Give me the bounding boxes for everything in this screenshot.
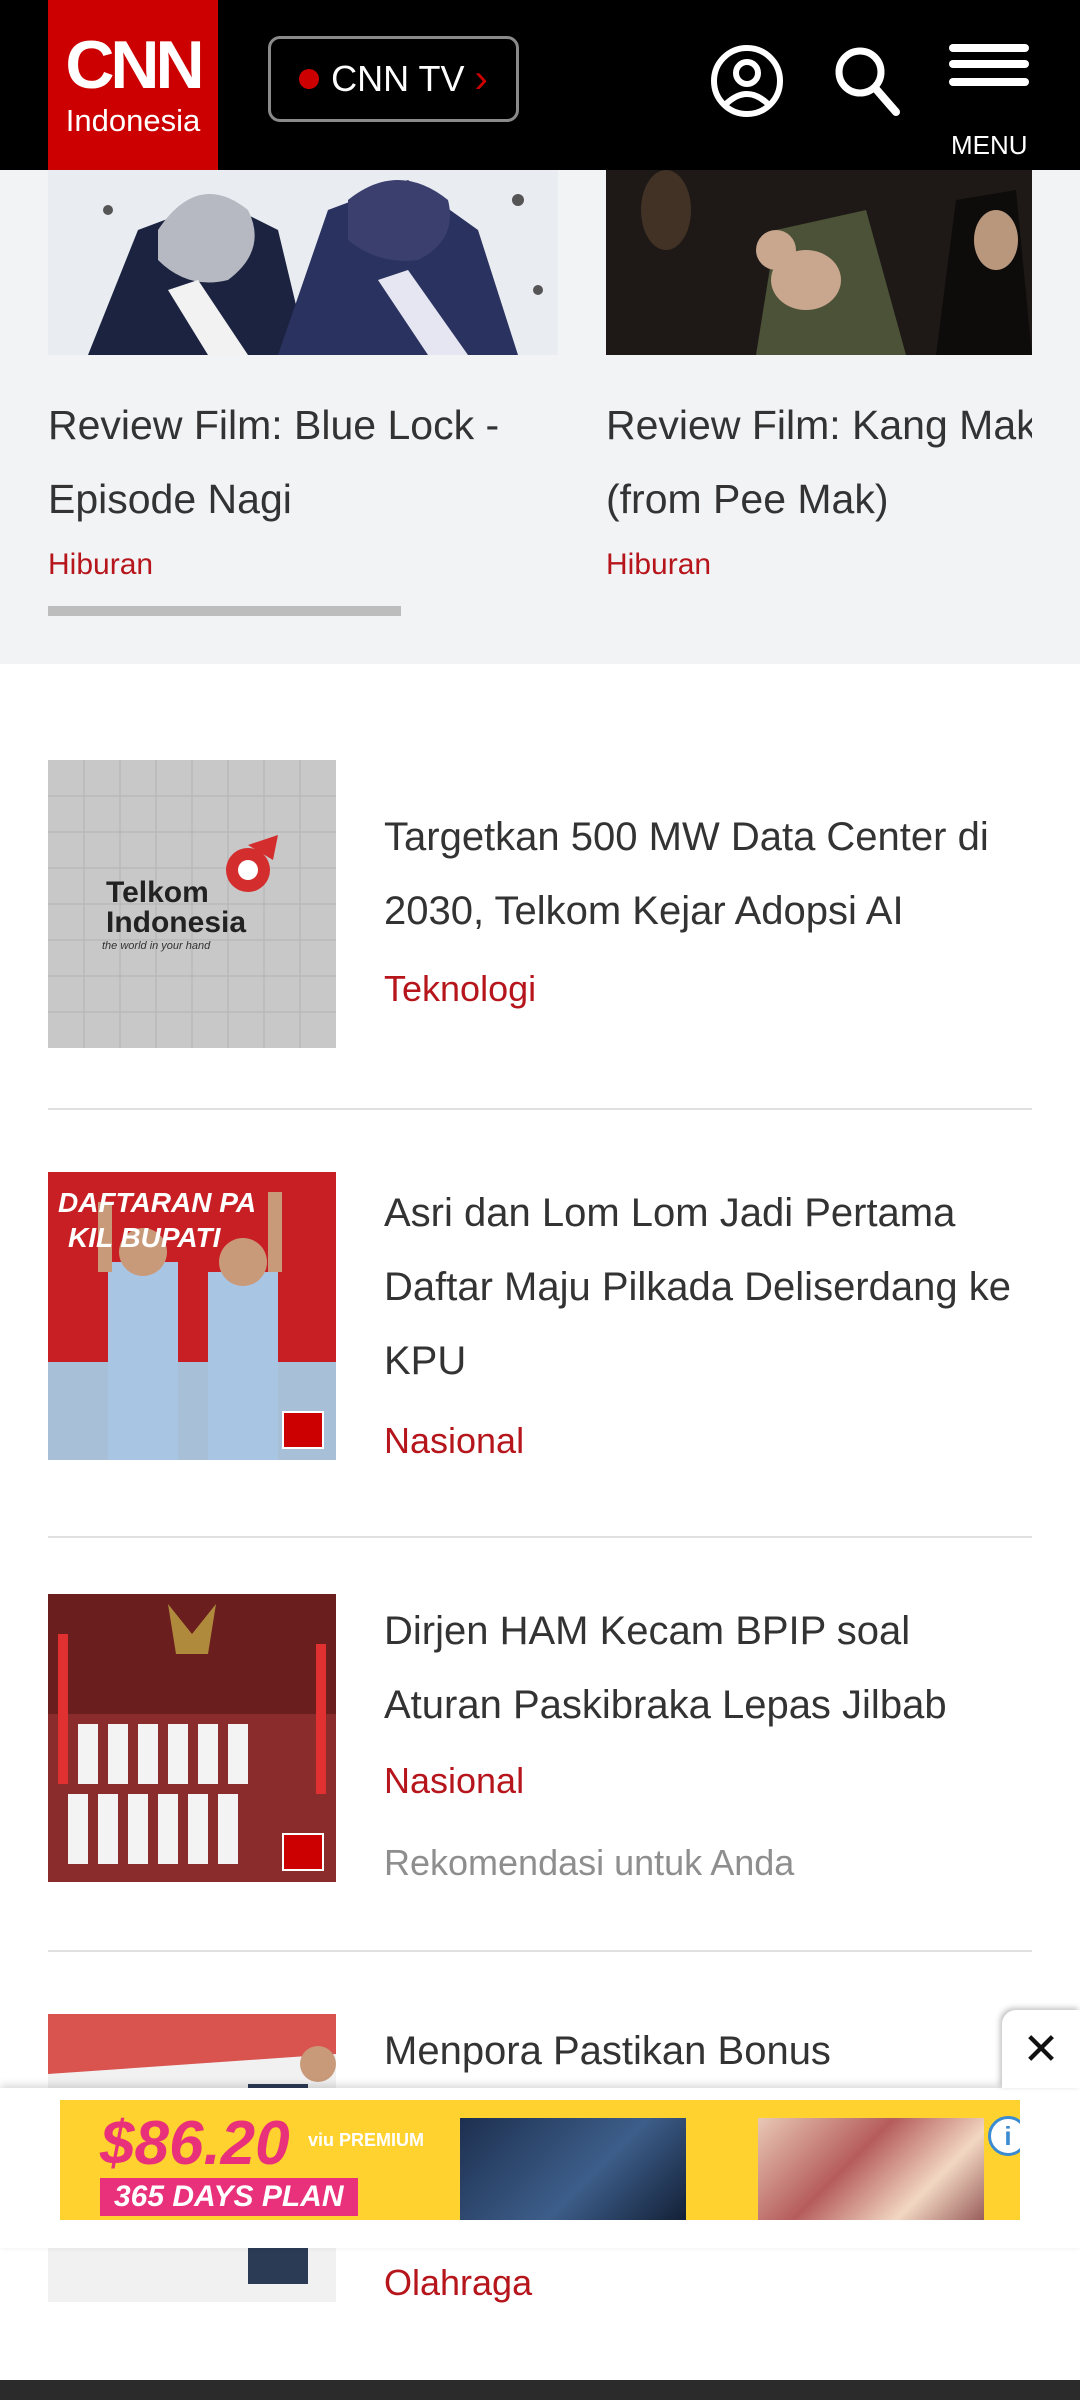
logo-sub: Indonesia <box>65 103 201 138</box>
news-title[interactable]: Asri dan Lom Lom Jadi Pertama Daftar Maj… <box>384 1176 1032 1398</box>
recommendation-label: Rekomendasi untuk Anda <box>384 1842 795 1883</box>
news-category[interactable]: Nasional <box>384 1420 524 1462</box>
news-item[interactable]: Dirjen HAM Kecam BPIP soal Aturan Paskib… <box>48 1594 1032 1894</box>
news-item[interactable]: Telkom Indonesia the world in your hand … <box>48 760 1032 1048</box>
thumb-logo-text: Telkom Indonesia <box>106 876 247 939</box>
card-image-kang-mak[interactable] <box>606 170 1032 355</box>
divider <box>48 1536 1032 1538</box>
cnn-indonesia-logo[interactable]: CNN Indonesia <box>48 0 218 170</box>
featured-carousel[interactable]: Review Film: Blue Lock - Episode Nagi Hi… <box>0 170 1080 664</box>
cnn-tv-button[interactable]: CNN TV › <box>268 36 519 122</box>
menu-label: MENU <box>951 130 1028 160</box>
ad-brand-logo: viu PREMIUM <box>308 2130 425 2150</box>
news-title[interactable]: Targetkan 500 MW Data Center di 2030, Te… <box>384 800 1032 948</box>
menu-button[interactable]: MENU <box>945 40 1035 160</box>
bottom-edge <box>0 2380 1080 2400</box>
card-title[interactable]: Review Film: Blue Lock - Episode Nagi <box>48 388 499 536</box>
card-category[interactable]: Hiburan <box>48 548 153 582</box>
news-title[interactable]: Dirjen HAM Kecam BPIP soal Aturan Paskib… <box>384 1594 1032 1742</box>
divider <box>48 1108 1032 1110</box>
divider <box>48 1950 1032 1952</box>
ad-price: $86.20 <box>100 2109 290 2178</box>
chevron-right-icon: › <box>474 56 488 101</box>
svg-text:DAFTARAN PA: DAFTARAN PA <box>58 1187 256 1218</box>
news-thumbnail[interactable]: DAFTARAN PA KIL BUPATI <box>48 1172 336 1460</box>
site-header: CNN Indonesia CNN TV › MENU <box>0 0 1080 170</box>
search-icon[interactable] <box>832 44 902 118</box>
news-item[interactable]: DAFTARAN PA KIL BUPATI Asri dan Lom Lom … <box>48 1172 1032 1462</box>
carousel-scroll-indicator <box>48 606 401 616</box>
ad-info-icon[interactable]: i <box>988 2116 1020 2156</box>
card-category[interactable]: Hiburan <box>606 548 711 582</box>
news-category[interactable]: Teknologi <box>384 968 536 1010</box>
viu-ad-banner[interactable]: $86.20 365 DAYS PLAN viu PREMIUM i ✕ <box>60 2100 1020 2220</box>
card-title[interactable]: Review Film: Kang Mak (from Pee Mak) <box>606 388 1032 536</box>
news-thumbnail[interactable]: Telkom Indonesia the world in your hand <box>48 760 336 1048</box>
ad-image-show-2 <box>758 2118 984 2220</box>
logo-main: CNN <box>65 27 204 103</box>
hamburger-icon <box>945 40 1031 90</box>
ad-image-show-1 <box>460 2118 686 2220</box>
ad-banner-container: $86.20 365 DAYS PLAN viu PREMIUM i ✕ <box>0 2088 1080 2248</box>
ad-close-button[interactable]: ✕ <box>1002 2010 1080 2088</box>
live-dot-icon <box>299 69 320 89</box>
news-thumbnail[interactable] <box>48 1594 336 1882</box>
svg-text:KIL BUPATI: KIL BUPATI <box>68 1222 222 1253</box>
cnn-tv-label: CNN TV <box>331 58 465 99</box>
account-icon[interactable] <box>710 44 784 118</box>
news-category[interactable]: Olahraga <box>384 2262 532 2304</box>
card-image-blue-lock[interactable] <box>48 170 558 355</box>
news-title[interactable]: Menpora Pastikan Bonus <box>384 2014 1032 2088</box>
news-category[interactable]: Nasional <box>384 1760 524 1802</box>
ad-plan: 365 DAYS PLAN <box>100 2178 358 2216</box>
thumb-caption: the world in your hand <box>102 940 211 952</box>
